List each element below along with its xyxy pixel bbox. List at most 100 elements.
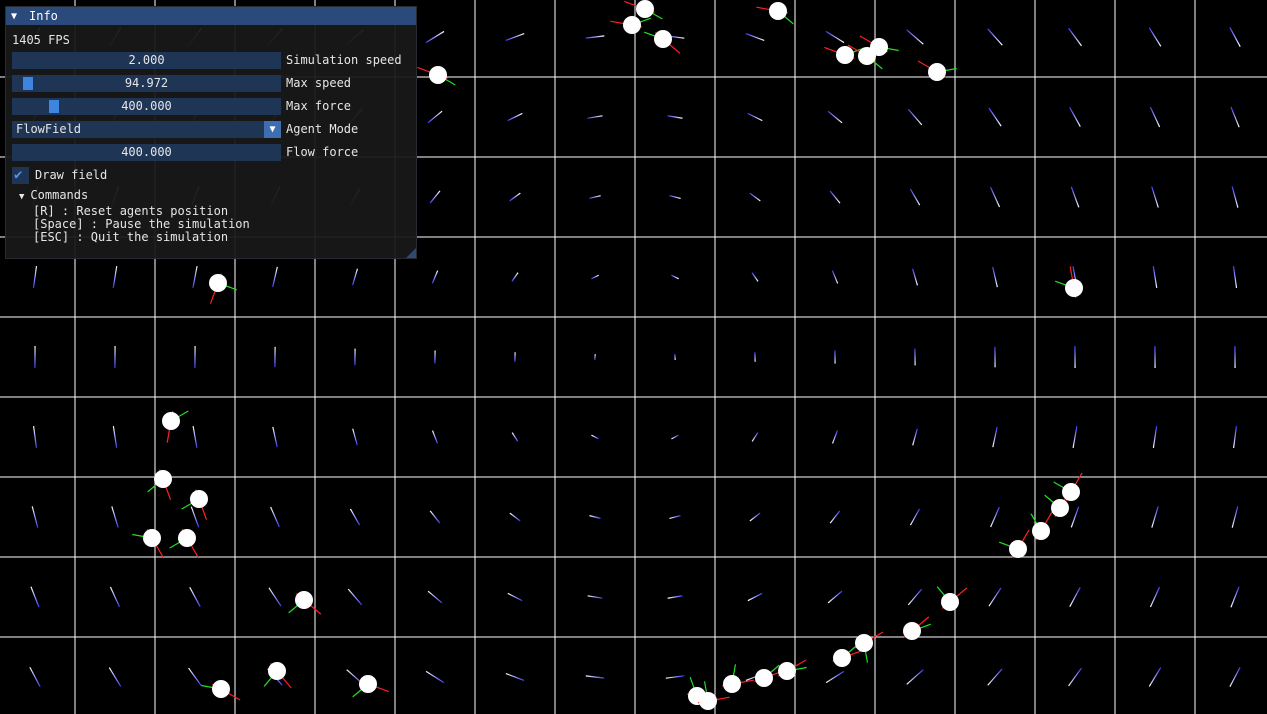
- max-speed-slider[interactable]: 94.972: [12, 75, 281, 92]
- field-vector: [1231, 186, 1239, 208]
- field-vector: [192, 426, 198, 448]
- draw-field-label: Draw field: [35, 168, 108, 182]
- field-vector: [112, 426, 118, 448]
- field-vector: [33, 426, 37, 448]
- field-vector: [827, 590, 843, 604]
- field-vector: [671, 434, 679, 440]
- agent: [623, 16, 641, 34]
- max-force-label: Max force: [286, 99, 352, 113]
- agent: [1065, 279, 1083, 297]
- draw-field-checkbox[interactable]: ✔: [12, 167, 29, 184]
- field-vector: [507, 592, 523, 602]
- field-vector: [511, 272, 519, 282]
- field-vector: [992, 266, 998, 288]
- agent: [755, 669, 773, 687]
- info-window[interactable]: ▼ Info 1405 FPS 2.000 Simulation speed 9…: [5, 6, 417, 259]
- field-vector: [906, 29, 924, 45]
- agent: [941, 593, 959, 611]
- field-vector: [109, 586, 121, 608]
- agent: [212, 680, 230, 698]
- simulation-speed-value: 2.000: [128, 53, 165, 67]
- agent-mode-combo[interactable]: FlowField ▼: [12, 121, 281, 138]
- field-vector: [427, 590, 443, 604]
- field-vector: [1068, 27, 1082, 47]
- field-vector: [1230, 106, 1240, 128]
- field-vector: [747, 592, 763, 602]
- field-vector: [31, 506, 39, 528]
- agent: [636, 0, 654, 18]
- field-vector: [1231, 506, 1239, 528]
- commands-header: Commands: [30, 188, 89, 202]
- field-vector: [1070, 186, 1080, 208]
- agent: [769, 2, 787, 20]
- field-vector: [987, 668, 1003, 686]
- agent: [1009, 540, 1027, 558]
- agent: [154, 470, 172, 488]
- field-vector: [591, 434, 599, 440]
- max-speed-value: 94.972: [124, 76, 169, 90]
- field-vector: [671, 274, 679, 280]
- combo-arrow-icon[interactable]: ▼: [264, 121, 281, 138]
- field-vector: [272, 266, 278, 288]
- resize-grip[interactable]: [406, 248, 416, 258]
- info-window-titlebar[interactable]: ▼ Info: [6, 7, 416, 25]
- field-vector: [509, 192, 521, 202]
- field-vector: [1233, 426, 1237, 448]
- agent: [855, 634, 873, 652]
- field-vector: [429, 510, 441, 524]
- tree-expand-icon[interactable]: ▼: [19, 192, 24, 202]
- agent: [654, 30, 672, 48]
- agent: [295, 591, 313, 609]
- field-vector: [667, 595, 683, 599]
- field-vector: [665, 675, 685, 679]
- agent: [359, 675, 377, 693]
- agent: [778, 662, 796, 680]
- field-vector: [906, 669, 924, 685]
- field-vector: [992, 426, 998, 448]
- field-vector: [189, 587, 201, 607]
- field-vector: [589, 195, 601, 199]
- field-vector: [29, 666, 41, 688]
- field-vector: [1232, 266, 1238, 288]
- field-vector: [585, 675, 605, 679]
- field-vector: [347, 588, 363, 606]
- simulation-speed-slider[interactable]: 2.000: [12, 52, 281, 69]
- field-vector: [667, 115, 683, 119]
- field-vector: [349, 508, 361, 526]
- simulation-speed-label: Simulation speed: [286, 53, 402, 67]
- field-vector: [825, 30, 845, 44]
- agent-mode-value: FlowField: [16, 122, 82, 136]
- agent: [1051, 499, 1069, 517]
- field-vector: [1148, 667, 1162, 687]
- field-vector: [427, 110, 443, 124]
- collapse-triangle-icon[interactable]: ▼: [11, 11, 21, 22]
- agent: [190, 490, 208, 508]
- checkmark-icon: ✔: [14, 167, 23, 183]
- agent: [699, 692, 717, 710]
- agent: [1062, 483, 1080, 501]
- commands-tree-node[interactable]: ▼ Commands: [19, 188, 88, 204]
- field-vector: [1149, 106, 1161, 128]
- field-vector: [1070, 506, 1080, 528]
- field-vector: [30, 586, 40, 608]
- field-vector: [511, 432, 519, 442]
- max-force-value: 400.000: [121, 99, 172, 113]
- field-vector: [425, 670, 445, 684]
- field-vector: [990, 506, 1000, 528]
- agent: [162, 412, 180, 430]
- field-vector: [272, 426, 278, 448]
- max-force-slider[interactable]: 400.000: [12, 98, 281, 115]
- field-vector: [747, 112, 763, 122]
- agent-mode-label: Agent Mode: [286, 122, 359, 136]
- field-vector: [111, 506, 119, 528]
- field-vector: [827, 110, 843, 124]
- field-vector: [829, 190, 841, 204]
- field-vector: [591, 274, 599, 280]
- agent: [143, 529, 161, 547]
- field-vector: [587, 115, 603, 119]
- command-line: [ESC] : Quit the simulation: [33, 230, 229, 244]
- field-vector: [1152, 426, 1158, 448]
- field-vector: [1069, 587, 1081, 607]
- field-vector: [425, 30, 445, 44]
- flow-force-slider[interactable]: 400.000: [12, 144, 281, 161]
